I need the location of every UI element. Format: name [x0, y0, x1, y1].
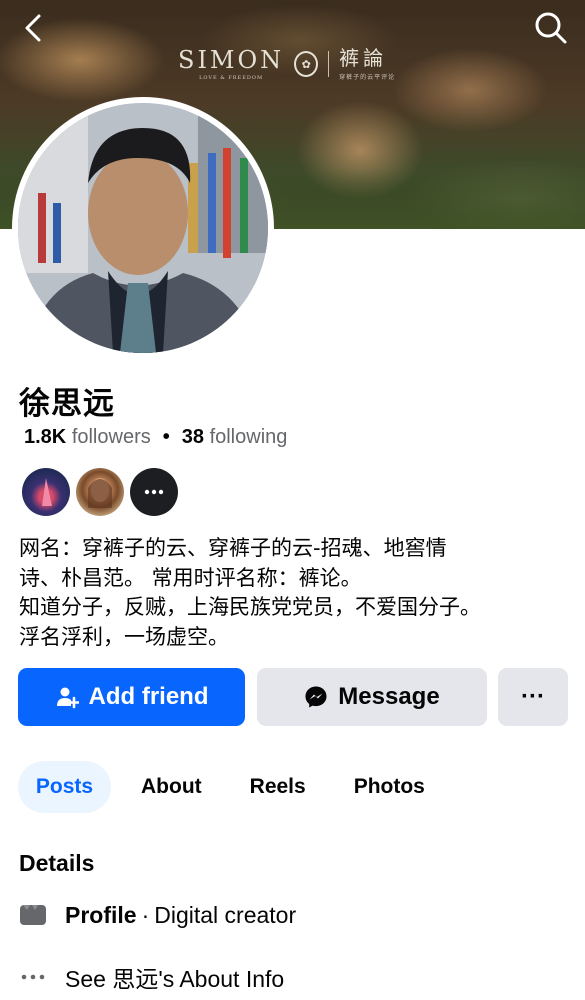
logo-cn-text: 裤論	[339, 45, 388, 70]
logo-divider	[328, 51, 330, 77]
more-options-button[interactable]: ···	[498, 668, 568, 726]
profile-tabs: Posts About Reels Photos	[18, 761, 425, 813]
search-button[interactable]	[531, 8, 571, 48]
followers-label: followers	[71, 426, 151, 448]
following-link[interactable]: 38 following	[182, 426, 288, 449]
tab-posts[interactable]: Posts	[18, 761, 111, 813]
bio-line: 知道分子，反贼，上海民族党党员，不爱国分子。	[19, 595, 481, 619]
logo-subtext: LOVE & FREEDOM	[199, 74, 264, 81]
followers-link[interactable]: 1.8K followers	[24, 426, 151, 449]
search-icon	[535, 12, 567, 44]
category-icon	[19, 901, 47, 929]
add-friend-button[interactable]: Add friend	[18, 668, 245, 726]
details-heading: Details	[19, 850, 95, 876]
add-friend-label: Add friend	[88, 683, 209, 710]
more-friends-button[interactable]	[130, 468, 178, 516]
stats-separator: •	[162, 426, 170, 448]
avatar-photo	[18, 103, 268, 353]
dots-icon	[19, 963, 47, 991]
profile-category: Digital creator	[154, 901, 297, 928]
tab-about[interactable]: About	[141, 761, 202, 813]
bio-line: 诗、朴昌范。 常用时评名称：裤论。	[19, 565, 362, 590]
profile-label: Profile	[65, 901, 137, 928]
logo-cn-subtext: 穿裤子的云平评论	[339, 74, 396, 81]
message-button[interactable]: Message	[257, 668, 487, 726]
message-label: Message	[338, 683, 440, 710]
chevron-left-icon	[25, 14, 41, 42]
profile-category-row: Profile · Digital creator	[19, 901, 296, 929]
more-dots-icon	[144, 489, 164, 495]
about-info-link[interactable]: See 思远's About Info	[19, 960, 284, 994]
bio-line: 网名：穿裤子的云、穿裤子的云-招魂、地窖情	[19, 536, 447, 560]
tab-reels[interactable]: Reels	[250, 761, 306, 813]
friend-avatar[interactable]	[22, 468, 70, 516]
person-plus-icon	[56, 687, 79, 709]
bio-line: 浮名浮利，一场虚空。	[19, 624, 229, 649]
profile-separator: ·	[141, 901, 150, 928]
tab-photos[interactable]: Photos	[354, 761, 425, 813]
back-button[interactable]	[14, 8, 54, 48]
about-info-label: See 思远's About Info	[65, 966, 285, 992]
seal-icon: ✿	[294, 51, 319, 77]
followers-count: 1.8K	[24, 426, 67, 448]
mutual-friends[interactable]	[22, 468, 178, 516]
cover-logo: SIMON LOVE & FREEDOM ✿ 裤論 穿裤子的云平评论	[178, 42, 395, 86]
profile-name: 徐思远	[19, 386, 115, 422]
friend-avatar[interactable]	[76, 468, 124, 516]
profile-bio: 网名：穿裤子的云、穿裤子的云-招魂、地窖情 诗、朴昌范。 常用时评名称：裤论。 …	[19, 534, 569, 652]
following-label: following	[209, 426, 288, 448]
profile-stats: 1.8K followers • 38 following	[24, 426, 287, 449]
profile-avatar[interactable]	[12, 97, 274, 359]
logo-text: SIMON	[178, 45, 285, 74]
following-count: 38	[181, 426, 204, 448]
more-dots-icon: ···	[521, 683, 545, 710]
messenger-icon	[305, 686, 327, 708]
